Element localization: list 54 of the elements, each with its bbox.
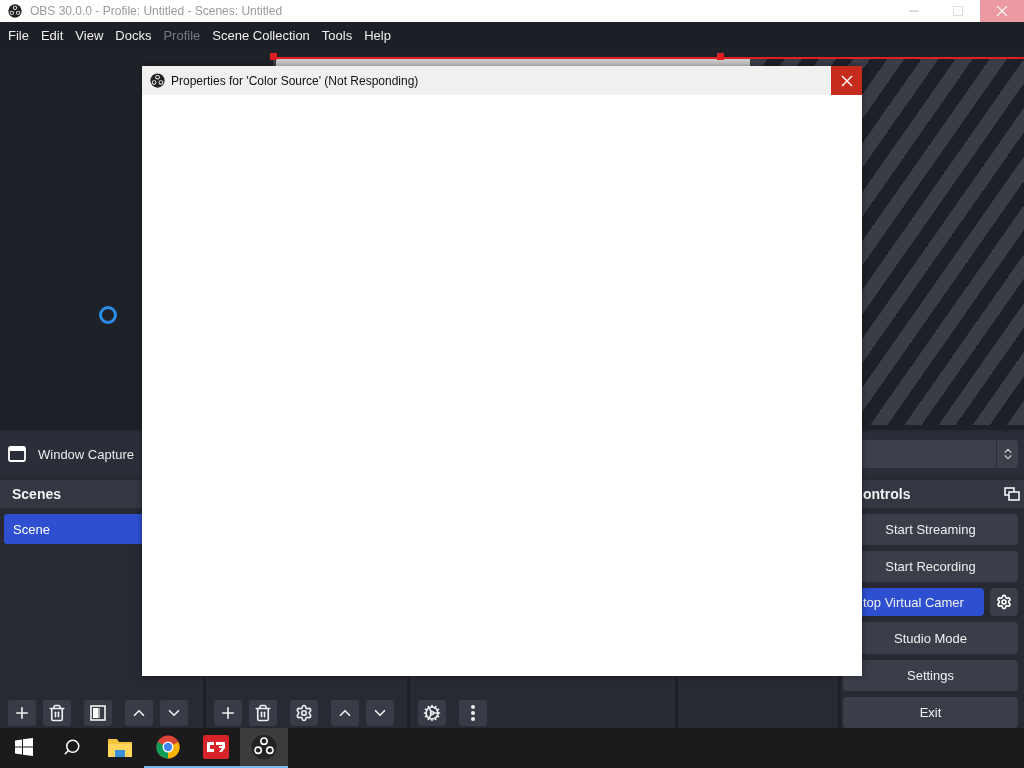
window-icon [8, 446, 26, 462]
windows-logo-icon [15, 738, 33, 756]
move-up-button[interactable] [331, 700, 359, 726]
menu-item[interactable]: Help [358, 27, 397, 43]
menu-item[interactable]: View [69, 27, 110, 43]
obs-logo-icon [8, 4, 22, 18]
more-icon [471, 705, 475, 721]
menu-item[interactable]: Scene Collection [206, 27, 316, 43]
app-logo-icon [203, 735, 229, 759]
resize-handle[interactable] [717, 53, 724, 60]
window-title: OBS 30.0.0 - Profile: Untitled - Scenes: Untitled [30, 4, 283, 18]
trash-icon [48, 704, 66, 722]
menu-item[interactable]: Edit [34, 27, 70, 43]
gears-icon [423, 704, 441, 722]
maximize-icon [953, 6, 963, 16]
dock-title: Scenes [12, 486, 62, 502]
plus-icon [219, 704, 237, 722]
move-down-button[interactable] [366, 700, 394, 726]
obs-logo-icon [251, 734, 277, 760]
settings-icon [295, 704, 313, 722]
search-icon [63, 738, 81, 756]
folder-icon [107, 736, 133, 758]
move-up-button[interactable] [125, 700, 153, 726]
add-button[interactable] [8, 700, 36, 726]
close-icon [840, 74, 853, 87]
dialog-title: Properties for 'Color Source' (Not Responding) [171, 73, 419, 88]
remove-button[interactable] [43, 700, 71, 726]
menu-item[interactable]: Tools [315, 27, 359, 43]
resize-handle[interactable] [270, 53, 277, 60]
busy-cursor-icon [99, 306, 117, 324]
menu-item[interactable]: Docks [109, 27, 158, 43]
control-button[interactable]: Settings [843, 659, 1018, 691]
advanced-settings-button[interactable] [418, 700, 446, 726]
dock-title: ontrols [862, 486, 911, 502]
move-down-button[interactable] [160, 700, 188, 726]
plus-icon [13, 704, 31, 722]
filters-button[interactable] [84, 700, 112, 726]
more-button[interactable] [459, 700, 487, 726]
trash-icon [254, 704, 272, 722]
settings-button[interactable] [990, 588, 1018, 617]
add-button[interactable] [214, 700, 242, 726]
control-button[interactable]: Exit [843, 696, 1018, 728]
undock-icon[interactable] [1004, 487, 1020, 501]
taskbar-app[interactable] [240, 728, 288, 768]
settings-icon [996, 594, 1012, 611]
source-name: Window Capture [38, 446, 135, 462]
close-button[interactable] [831, 66, 862, 95]
browser-icon [156, 735, 180, 759]
close-icon [997, 6, 1007, 16]
menu-item[interactable]: File [2, 27, 35, 43]
filter-icon [90, 705, 106, 721]
settings-button[interactable] [290, 700, 318, 726]
remove-button[interactable] [249, 700, 277, 726]
obs-logo-icon [150, 73, 165, 88]
